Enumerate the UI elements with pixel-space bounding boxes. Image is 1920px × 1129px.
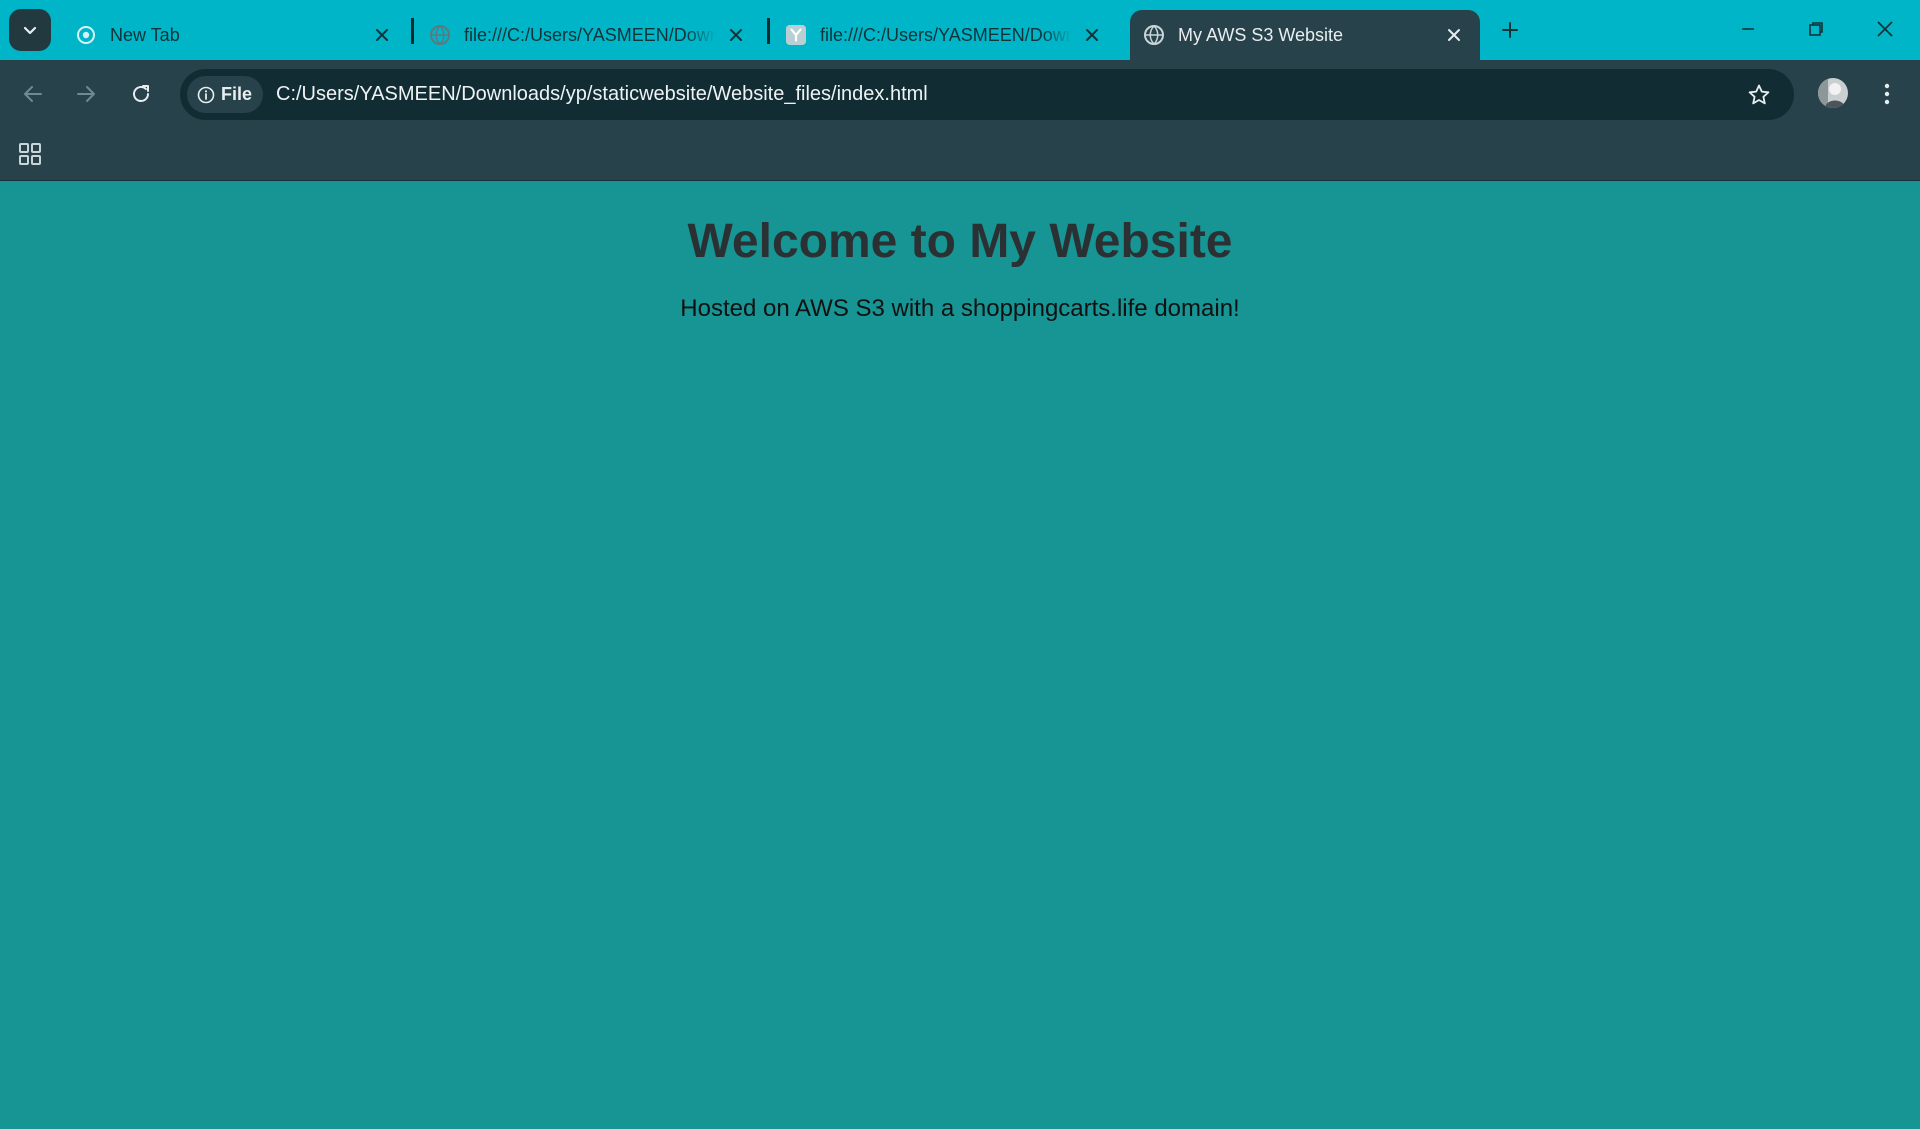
tab-title: New Tab xyxy=(110,24,180,45)
plus-icon xyxy=(1502,22,1518,38)
profile-avatar[interactable] xyxy=(1818,78,1848,108)
more-vert-icon xyxy=(1884,83,1890,105)
arrow-right-icon xyxy=(77,86,95,102)
globe-icon xyxy=(1144,25,1164,45)
arrow-left-icon xyxy=(24,86,42,102)
web-page-content: Welcome to My Website Hosted on AWS S3 w… xyxy=(0,182,1920,1129)
tab-my-aws-s3-website[interactable]: My AWS S3 Website xyxy=(1130,10,1480,60)
close-window-button[interactable] xyxy=(1851,0,1919,58)
globe-icon xyxy=(430,25,450,45)
tab-file-1[interactable]: file:///C:/Users/YASMEEN/Downloads/yp/st… xyxy=(416,10,762,60)
restore-button[interactable] xyxy=(1782,0,1850,58)
info-icon xyxy=(197,86,215,104)
tab-separator xyxy=(767,18,770,44)
reload-button[interactable] xyxy=(121,74,161,114)
bookmarks-bar xyxy=(0,128,1920,181)
chevron-down-icon xyxy=(23,26,37,35)
browser-menu-button[interactable] xyxy=(1872,76,1902,112)
close-icon[interactable] xyxy=(1080,23,1104,47)
minimize-button[interactable] xyxy=(1714,0,1782,58)
tab-strip: New Tab file:///C:/Users/YASMEEN/Downloa… xyxy=(0,0,1920,60)
tab-new-tab[interactable]: New Tab xyxy=(62,10,408,60)
tab-search-button[interactable] xyxy=(9,9,51,51)
y-app-icon xyxy=(786,25,806,45)
apps-grid-icon xyxy=(19,143,41,165)
avatar-icon xyxy=(1818,78,1848,108)
new-tab-button[interactable] xyxy=(1494,14,1526,46)
apps-button[interactable] xyxy=(16,140,44,168)
url-text[interactable]: C:/Users/YASMEEN/Downloads/yp/staticwebs… xyxy=(276,69,928,120)
address-bar[interactable]: File C:/Users/YASMEEN/Downloads/yp/stati… xyxy=(180,69,1794,120)
minimize-icon xyxy=(1742,28,1754,30)
page-subtitle: Hosted on AWS S3 with a shoppingcarts.li… xyxy=(680,295,1240,322)
close-icon[interactable] xyxy=(724,23,748,47)
forward-button[interactable] xyxy=(66,74,106,114)
restore-icon xyxy=(1809,22,1823,36)
star-icon xyxy=(1748,84,1770,105)
browser-toolbar: File C:/Users/YASMEEN/Downloads/yp/stati… xyxy=(0,60,1920,128)
page-heading: Welcome to My Website xyxy=(687,215,1233,268)
chrome-icon xyxy=(76,25,96,45)
tab-file-2[interactable]: file:///C:/Users/YASMEEN/Downloads/yp/st… xyxy=(772,10,1118,60)
back-button[interactable] xyxy=(13,74,53,114)
bookmark-star-button[interactable] xyxy=(1744,80,1774,110)
close-icon xyxy=(1877,21,1893,37)
site-info-label: File xyxy=(221,84,253,104)
tab-title: My AWS S3 Website xyxy=(1178,24,1344,45)
reload-icon xyxy=(133,85,149,102)
close-icon[interactable] xyxy=(1442,23,1466,47)
tab-separator xyxy=(411,18,414,44)
tab-title: file:///C:/Users/YASMEEN/Downloads/yp/st… xyxy=(464,24,716,45)
close-icon[interactable] xyxy=(370,23,394,47)
tab-title: file:///C:/Users/YASMEEN/Downloads/yp/st… xyxy=(820,24,1072,45)
site-info-chip[interactable]: File xyxy=(187,76,263,113)
